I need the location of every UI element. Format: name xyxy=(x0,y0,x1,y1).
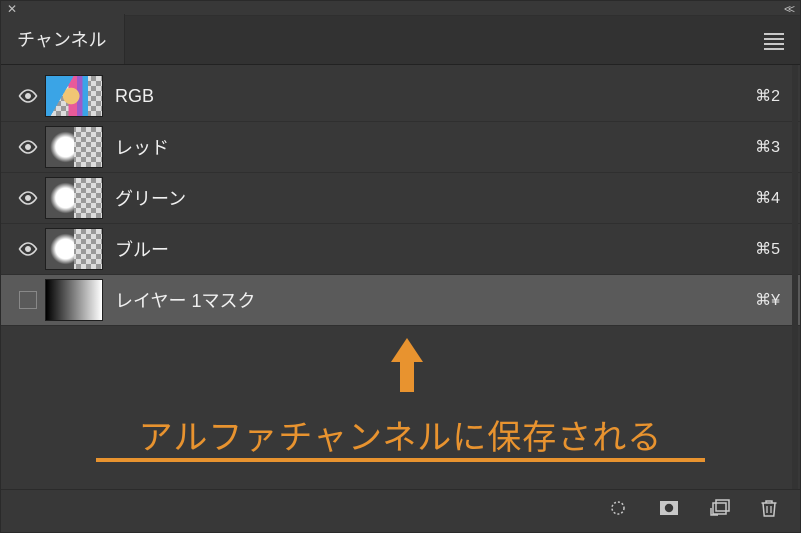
channel-row[interactable]: レイヤー 1マスク⌘¥ xyxy=(1,275,800,326)
panel-menu-icon[interactable] xyxy=(764,30,784,53)
trash-icon[interactable] xyxy=(760,498,778,518)
scrollbar[interactable] xyxy=(792,65,798,490)
annotation-area: アルファチャンネルに保存される xyxy=(1,326,800,486)
channel-thumbnail xyxy=(45,177,103,219)
channel-shortcut: ⌘5 xyxy=(755,239,788,259)
channel-thumbnail xyxy=(45,228,103,270)
channel-name: レイヤー 1マスク xyxy=(115,287,755,313)
save-selection-mask-icon[interactable] xyxy=(658,499,680,517)
channel-row[interactable]: ブルー⌘5 xyxy=(1,224,800,275)
channel-thumbnail xyxy=(45,126,103,168)
channel-thumbnail xyxy=(45,75,103,117)
tab-channels[interactable]: チャンネル xyxy=(1,14,125,64)
annotation-text: アルファチャンネルに保存される xyxy=(1,410,800,459)
visibility-eye-icon[interactable] xyxy=(11,88,45,104)
bottom-toolbar xyxy=(1,489,800,526)
visibility-eye-icon[interactable] xyxy=(11,241,45,257)
load-selection-icon[interactable] xyxy=(608,499,628,517)
channel-shortcut: ⌘¥ xyxy=(755,290,788,310)
visibility-eye-icon[interactable] xyxy=(11,139,45,155)
channel-shortcut: ⌘4 xyxy=(755,188,788,208)
new-channel-icon[interactable] xyxy=(710,499,730,517)
annotation-underline xyxy=(96,458,705,462)
channel-name: RGB xyxy=(115,86,755,107)
channel-name: ブルー xyxy=(115,236,755,262)
visibility-eye-icon[interactable] xyxy=(11,190,45,206)
visibility-empty-icon[interactable] xyxy=(11,291,45,309)
channel-thumbnail xyxy=(45,279,103,321)
channel-shortcut: ⌘2 xyxy=(755,86,788,106)
arrow-up-icon xyxy=(391,338,423,392)
collapse-icon[interactable]: << xyxy=(784,2,792,16)
channel-list: RGB⌘2レッド⌘3グリーン⌘4ブルー⌘5レイヤー 1マスク⌘¥ xyxy=(1,65,800,326)
tab-row: チャンネル xyxy=(1,16,800,65)
tab-label: チャンネル xyxy=(17,30,106,50)
channel-row[interactable]: レッド⌘3 xyxy=(1,122,800,173)
channel-name: レッド xyxy=(115,134,755,160)
channel-name: グリーン xyxy=(115,185,755,211)
channel-row[interactable]: RGB⌘2 xyxy=(1,71,800,122)
channels-panel: ✕ << チャンネル RGB⌘2レッド⌘3グリーン⌘4ブルー⌘5レイヤー 1マス… xyxy=(0,0,801,533)
channel-shortcut: ⌘3 xyxy=(755,137,788,157)
channel-row[interactable]: グリーン⌘4 xyxy=(1,173,800,224)
